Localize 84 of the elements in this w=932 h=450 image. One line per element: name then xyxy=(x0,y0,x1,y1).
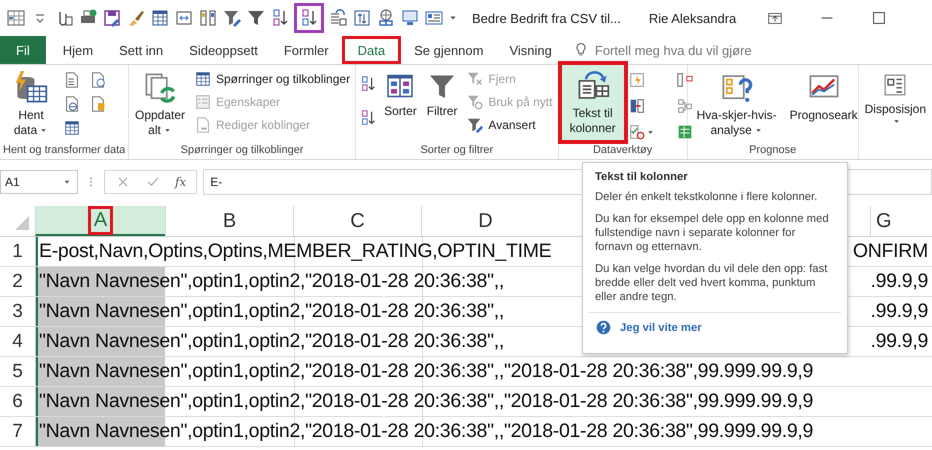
sort-ascending-icon[interactable] xyxy=(359,75,378,93)
group-label: Hent og transformer data xyxy=(3,144,125,158)
filter-button[interactable]: Filtrer xyxy=(424,67,460,123)
ribbon-tab[interactable]: Visning xyxy=(496,36,565,64)
validation-icon[interactable] xyxy=(628,123,646,141)
table-icon[interactable] xyxy=(150,8,170,28)
cell-text: "Navn Navnesen",optin1,optin2,"2018-01-28 20:36:38",,"2018-01-28 20:36:38",99.999.99.9,9 xyxy=(39,390,814,413)
group-label: Prognose xyxy=(748,144,798,158)
document-clock-icon[interactable] xyxy=(89,71,107,89)
database-icon xyxy=(14,71,48,105)
funnel-cross-icon xyxy=(466,70,484,88)
tooltip-text: Du kan velge hvordan du vil dele den opp: fast bredde eller delt ved hvert komma, punktum eller andre tegn. xyxy=(595,262,828,304)
cell-text: "Navn Navnesen",optin1,optin2,"2018-01-28 20:36:38",, xyxy=(39,270,504,293)
sort-descending-icon[interactable] xyxy=(294,3,324,33)
row-header[interactable]: 2 xyxy=(0,267,36,296)
filter-icon[interactable] xyxy=(246,8,266,28)
ribbon-tab[interactable]: Sett inn xyxy=(106,36,176,64)
table-icon xyxy=(194,70,212,88)
cell-text: "Navn Navnesen",optin1,optin2,"2018-01-28 20:36:38",, xyxy=(39,330,504,353)
remove-duplicates-icon[interactable] xyxy=(628,97,646,115)
tooltip-title: Tekst til kolonner xyxy=(595,171,689,183)
ribbon-tab[interactable]: Hjem xyxy=(50,36,106,64)
row-header[interactable]: 6 xyxy=(0,387,36,416)
name-box[interactable]: A1 xyxy=(0,170,78,194)
table-arrows-icon[interactable] xyxy=(352,8,372,28)
save-icon[interactable] xyxy=(102,8,122,28)
sort-descending-icon[interactable] xyxy=(359,109,378,127)
insert-function-button[interactable]: fx xyxy=(175,175,186,189)
properties-icon xyxy=(194,93,212,111)
tell-me-field[interactable]: Fortell meg hva du vil gjøre xyxy=(592,42,797,58)
ribbon-tab[interactable]: Se gjennom xyxy=(401,36,496,64)
row-header[interactable]: 4 xyxy=(0,327,36,356)
row-header[interactable]: 5 xyxy=(0,357,36,386)
ribbon-tab[interactable]: Formler xyxy=(270,36,342,64)
learn-more-link[interactable]: Jeg vil vite mer xyxy=(620,322,702,334)
user-name[interactable]: Rie Aleksandra xyxy=(648,10,736,26)
filter-pen-icon xyxy=(466,116,484,134)
what-if-analysis-button[interactable]: Hva-skjer-hvis-analyse xyxy=(690,67,783,142)
forecast-sheet-button[interactable]: Prognoseark xyxy=(786,67,861,127)
help-icon xyxy=(595,319,612,336)
document-link-icon xyxy=(194,116,212,134)
column-header[interactable]: G xyxy=(870,206,932,236)
text-columns-icon[interactable] xyxy=(328,8,348,28)
group-label: Dataverktøy xyxy=(592,144,654,158)
refresh-pages-icon xyxy=(143,71,177,105)
cell-text: E-post,Navn,Optins,Optins,MEMBER_RATING,OPTIN_TIME xyxy=(39,240,552,263)
filter-pen-icon[interactable] xyxy=(222,8,242,28)
document-database-icon[interactable] xyxy=(89,95,107,113)
cell-text: .99.9,9 xyxy=(870,270,929,293)
outline-button[interactable]: Disposisjon xyxy=(862,67,929,130)
cell-text: .99.9,9 xyxy=(870,300,929,323)
funnel-refresh-icon xyxy=(466,93,484,111)
row-header[interactable]: 3 xyxy=(0,297,36,326)
flash-fill-icon[interactable] xyxy=(628,71,646,89)
ribbon-tab[interactable]: Data xyxy=(342,36,402,64)
cell-text: ONFIRM xyxy=(852,240,929,263)
tooltip-text: Du kan for eksempel dele opp en kolonne med fullstendige navn i separate kolonner for fornavn og etternavn. xyxy=(595,212,830,254)
get-data-button[interactable]: Hent data xyxy=(3,67,59,142)
group-label: Spørringer og tilkoblinger xyxy=(180,144,304,158)
document-globe-icon[interactable] xyxy=(63,95,81,113)
column-header[interactable]: A xyxy=(35,206,165,236)
ribbon-button[interactable]: Spørringer og tilkoblinger xyxy=(192,69,352,89)
cell-text: "Navn Navnesen",optin1,optin2,"2018-01-28 20:36:38",,"2018-01-28 20:36:38",99.999.99.9,9 xyxy=(39,420,814,443)
ribbon-tab[interactable]: Fil xyxy=(0,36,46,64)
split-columns-icon[interactable] xyxy=(198,8,218,28)
cell-text: "Navn Navnesen",optin1,optin2,"2018-01-28 20:36:38",,"2018-01-28 20:36:38",99.999.99.9,9 xyxy=(39,360,814,383)
cell-text: .99.9,9 xyxy=(870,330,929,353)
column-header[interactable]: C xyxy=(293,206,421,236)
row-header[interactable]: 7 xyxy=(0,417,36,446)
group-label: Sorter og filtrer xyxy=(419,144,494,158)
document-lines-icon[interactable] xyxy=(63,71,81,89)
table-icon[interactable] xyxy=(63,119,81,137)
text-to-columns-button[interactable]: Tekst til kolonner xyxy=(562,65,624,140)
cell-text: "Navn Navnesen",optin1,optin2,"2018-01-28 20:36:38",, xyxy=(39,300,504,323)
ribbon-tab[interactable]: Sideoppsett xyxy=(176,36,271,64)
column-header[interactable]: D xyxy=(421,206,549,236)
monitor-icon[interactable] xyxy=(400,8,420,28)
ribbon-button[interactable]: Avansert xyxy=(464,115,554,135)
row-header[interactable]: 1 xyxy=(0,237,36,266)
document-title: Bedre Bedrift fra CSV til... xyxy=(472,10,621,26)
sort-button[interactable]: Sorter xyxy=(381,67,420,123)
spreadsheet-icon[interactable] xyxy=(6,8,26,28)
refresh-all-button[interactable]: Oppdater alt xyxy=(132,67,188,142)
column-header[interactable]: B xyxy=(165,206,293,236)
